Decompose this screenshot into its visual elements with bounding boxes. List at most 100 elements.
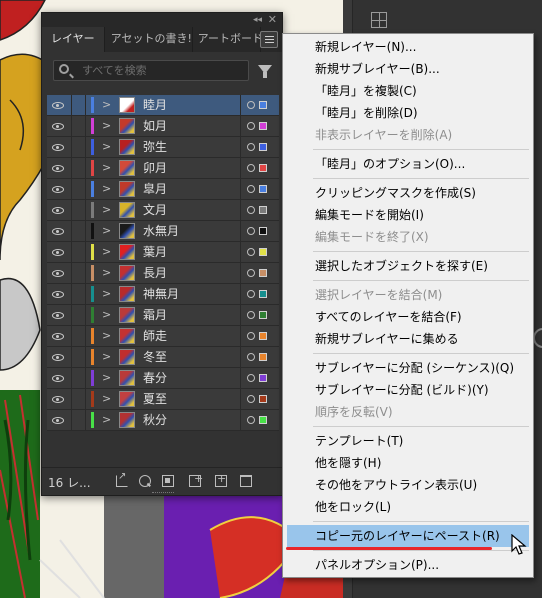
selection-square-icon[interactable] xyxy=(259,395,267,403)
tab-artboards[interactable]: アートボード xyxy=(193,27,261,52)
expand-chevron-icon[interactable]: > xyxy=(102,391,111,407)
expand-chevron-icon[interactable]: > xyxy=(102,307,111,323)
layer-name[interactable]: 夏至 xyxy=(143,389,167,409)
menu-item[interactable]: クリッピングマスクを作成(S) xyxy=(283,182,533,204)
layer-row[interactable]: > 冬至 xyxy=(47,347,279,368)
target-circle-icon[interactable] xyxy=(247,353,255,361)
target-circle-icon[interactable] xyxy=(247,269,255,277)
new-sublayer-icon[interactable] xyxy=(189,472,203,487)
layer-name[interactable]: 弥生 xyxy=(143,137,167,157)
selection-square-icon[interactable] xyxy=(259,227,267,235)
expand-chevron-icon[interactable]: > xyxy=(102,160,111,176)
expand-chevron-icon[interactable]: > xyxy=(102,202,111,218)
layer-row[interactable]: > 長月 xyxy=(47,263,279,284)
layer-name[interactable]: 霜月 xyxy=(143,305,167,325)
selection-square-icon[interactable] xyxy=(259,143,267,151)
layer-row[interactable]: > 睦月 xyxy=(47,95,279,116)
layer-row[interactable]: > 文月 xyxy=(47,200,279,221)
visibility-eye-icon[interactable] xyxy=(52,102,64,109)
target-circle-icon[interactable] xyxy=(247,374,255,382)
layer-name[interactable]: 春分 xyxy=(143,368,167,388)
layer-row[interactable]: > 弥生 xyxy=(47,137,279,158)
visibility-eye-icon[interactable] xyxy=(52,312,64,319)
selection-square-icon[interactable] xyxy=(259,311,267,319)
target-circle-icon[interactable] xyxy=(247,290,255,298)
export-icon[interactable] xyxy=(116,471,128,487)
visibility-eye-icon[interactable] xyxy=(52,396,64,403)
resize-grip[interactable] xyxy=(152,492,174,495)
visibility-eye-icon[interactable] xyxy=(52,375,64,382)
tab-layers[interactable]: レイヤー xyxy=(42,27,105,52)
selection-square-icon[interactable] xyxy=(259,248,267,256)
target-circle-icon[interactable] xyxy=(247,311,255,319)
expand-chevron-icon[interactable]: > xyxy=(102,328,111,344)
target-circle-icon[interactable] xyxy=(247,248,255,256)
menu-item[interactable]: サブレイヤーに分配 (シーケンス)(Q) xyxy=(283,357,533,379)
target-circle-icon[interactable] xyxy=(247,143,255,151)
layer-name[interactable]: 師走 xyxy=(143,326,167,346)
visibility-eye-icon[interactable] xyxy=(52,270,64,277)
visibility-eye-icon[interactable] xyxy=(52,291,64,298)
layer-name[interactable]: 卯月 xyxy=(143,158,167,178)
search-input[interactable] xyxy=(82,63,242,78)
target-circle-icon[interactable] xyxy=(247,395,255,403)
layer-row[interactable]: > 卯月 xyxy=(47,158,279,179)
clipping-mask-icon[interactable] xyxy=(162,475,174,487)
layer-name[interactable]: 文月 xyxy=(143,200,167,220)
selection-square-icon[interactable] xyxy=(259,206,267,214)
layer-row[interactable]: > 春分 xyxy=(47,368,279,389)
target-circle-icon[interactable] xyxy=(247,164,255,172)
locate-object-icon[interactable] xyxy=(139,475,151,487)
new-layer-icon[interactable] xyxy=(215,472,227,487)
expand-chevron-icon[interactable]: > xyxy=(102,370,111,386)
menu-item[interactable]: 「睦月」のオプション(O)... xyxy=(283,153,533,175)
visibility-eye-icon[interactable] xyxy=(52,207,64,214)
menu-item[interactable]: サブレイヤーに分配 (ビルド)(Y) xyxy=(283,379,533,401)
menu-item[interactable]: パネルオプション(P)... xyxy=(283,554,533,576)
expand-chevron-icon[interactable]: > xyxy=(102,349,111,365)
selection-square-icon[interactable] xyxy=(259,164,267,172)
selection-square-icon[interactable] xyxy=(259,332,267,340)
target-circle-icon[interactable] xyxy=(247,122,255,130)
target-circle-icon[interactable] xyxy=(247,227,255,235)
visibility-eye-icon[interactable] xyxy=(52,249,64,256)
menu-item[interactable]: 新規サブレイヤーに集める xyxy=(283,328,533,350)
expand-chevron-icon[interactable]: > xyxy=(102,139,111,155)
expand-chevron-icon[interactable]: > xyxy=(102,181,111,197)
expand-chevron-icon[interactable]: > xyxy=(102,286,111,302)
tab-asset-export[interactable]: アセットの書き! xyxy=(105,27,193,52)
menu-item[interactable]: 選択したオブジェクトを探す(E) xyxy=(283,255,533,277)
close-icon[interactable]: ✕ xyxy=(268,13,277,27)
expand-chevron-icon[interactable]: > xyxy=(102,223,111,239)
expand-chevron-icon[interactable]: > xyxy=(102,97,111,113)
visibility-eye-icon[interactable] xyxy=(52,186,64,193)
target-circle-icon[interactable] xyxy=(247,185,255,193)
menu-item[interactable]: 「睦月」を複製(C) xyxy=(283,80,533,102)
selection-square-icon[interactable] xyxy=(259,101,267,109)
layer-name[interactable]: 秋分 xyxy=(143,410,167,430)
menu-item[interactable]: 「睦月」を削除(D) xyxy=(283,102,533,124)
layer-name[interactable]: 如月 xyxy=(143,116,167,136)
layer-name[interactable]: 神無月 xyxy=(143,284,179,304)
selection-square-icon[interactable] xyxy=(259,269,267,277)
layer-row[interactable]: > 如月 xyxy=(47,116,279,137)
selection-square-icon[interactable] xyxy=(259,185,267,193)
visibility-eye-icon[interactable] xyxy=(52,123,64,130)
layer-name[interactable]: 睦月 xyxy=(143,95,167,115)
layer-row[interactable]: > 霜月 xyxy=(47,305,279,326)
menu-item[interactable]: 新規サブレイヤー(B)... xyxy=(283,58,533,80)
selection-square-icon[interactable] xyxy=(259,416,267,424)
visibility-eye-icon[interactable] xyxy=(52,333,64,340)
layer-row[interactable]: > 師走 xyxy=(47,326,279,347)
artboard-grid-icon[interactable] xyxy=(371,12,387,28)
selection-square-icon[interactable] xyxy=(259,374,267,382)
layer-name[interactable]: 冬至 xyxy=(143,347,167,367)
layer-row[interactable]: > 神無月 xyxy=(47,284,279,305)
menu-item[interactable]: すべてのレイヤーを結合(F) xyxy=(283,306,533,328)
menu-item[interactable]: コピー元のレイヤーにペースト(R) xyxy=(287,525,529,547)
menu-item[interactable]: テンプレート(T) xyxy=(283,430,533,452)
visibility-eye-icon[interactable] xyxy=(52,354,64,361)
panel-title-bar[interactable]: ◂◂ ✕ xyxy=(42,13,282,27)
trash-icon[interactable] xyxy=(240,475,252,487)
selection-square-icon[interactable] xyxy=(259,290,267,298)
